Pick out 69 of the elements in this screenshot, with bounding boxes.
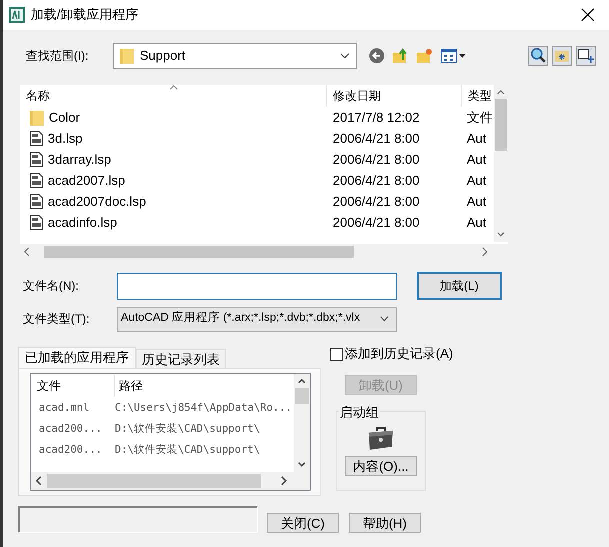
app-file: acad200...: [38, 442, 104, 458]
scrollbar-thumb[interactable]: [495, 99, 507, 151]
column-header[interactable]: 路径: [115, 377, 143, 395]
file-name: acad2007doc.lsp: [48, 192, 146, 211]
folder-icon: [120, 48, 134, 64]
file-name: 3darray.lsp: [48, 150, 112, 169]
file-name: acadinfo.lsp: [48, 214, 118, 232]
look-in-label: 查找范围(I):: [26, 48, 90, 65]
file-icon: [30, 131, 43, 146]
file-icon: [30, 215, 43, 230]
column-header[interactable]: 名称: [20, 87, 326, 105]
back-icon[interactable]: [369, 48, 385, 64]
file-date: 2006/4/21 8:00: [332, 172, 421, 190]
app-file: acad.mnl: [38, 400, 91, 416]
scroll-left-icon[interactable]: [23, 247, 31, 257]
caret-icon: [459, 54, 466, 58]
scrollbar-thumb[interactable]: [44, 246, 354, 258]
window-title: 加载/卸载应用程序: [31, 6, 139, 24]
file-name-label: 文件名(N):: [23, 278, 80, 295]
scroll-right-icon[interactable]: [280, 476, 288, 486]
new-folder-icon[interactable]: [417, 48, 433, 64]
scroll-right-icon[interactable]: [481, 247, 489, 257]
file-type: 文件: [466, 108, 494, 127]
file-type: Aut: [466, 130, 488, 148]
add-to-history-checkbox[interactable]: 添加到历史记录(A): [330, 345, 454, 363]
tab[interactable]: 已加载的应用程序: [18, 347, 136, 368]
file-date: 2006/4/21 8:00: [332, 150, 421, 169]
grid-view-icon: [441, 49, 457, 63]
contents-button[interactable]: 内容(O)...: [345, 456, 417, 476]
column-header[interactable]: 文件: [31, 375, 115, 397]
view-menu-button[interactable]: [441, 49, 466, 63]
file-type: Aut: [466, 192, 488, 211]
dialog-button[interactable]: 关闭(C): [267, 512, 339, 532]
file-type-dropdown[interactable]: AutoCAD 应用程序 (*.arx;*.lsp;*.dvb;*.dbx;*.vlx: [117, 306, 397, 332]
folder-icon: [30, 110, 44, 126]
file-date: 2017/7/8 12:02: [332, 108, 421, 127]
file-date: 2006/4/21 8:00: [332, 214, 421, 232]
file-type: Aut: [466, 214, 488, 232]
scrollbar-thumb[interactable]: [47, 474, 261, 488]
dialog-button[interactable]: 帮助(H): [349, 512, 421, 532]
file-name-field[interactable]: [117, 272, 397, 300]
up-folder-icon[interactable]: [393, 48, 409, 64]
close-icon[interactable]: [581, 8, 595, 22]
file-name: 3d.lsp: [48, 130, 83, 148]
file-icon: [30, 152, 43, 167]
app-path: C:\Users\j854f\AppData\Ro...: [115, 400, 292, 416]
app-file: acad200...: [38, 422, 104, 437]
tab[interactable]: 历史记录列表: [136, 349, 226, 368]
app-path: D:\软件安装\CAD\support\: [115, 422, 260, 437]
file-icon: [30, 194, 43, 209]
briefcase-icon: [367, 425, 395, 451]
app-icon: [9, 7, 25, 23]
chevron-down-icon: [340, 53, 350, 59]
look-in-dropdown[interactable]: Support: [113, 43, 357, 69]
file-type: Aut: [466, 150, 488, 169]
file-name: acad2007.lsp: [48, 172, 126, 190]
file-icon: [30, 173, 43, 188]
file-type: Aut: [466, 172, 488, 190]
scrollbar-thumb[interactable]: [295, 388, 309, 404]
scroll-left-icon[interactable]: [35, 476, 43, 486]
column-header[interactable]: 修改日期: [326, 85, 461, 107]
file-name: Color: [49, 108, 80, 127]
search-icon[interactable]: [528, 46, 548, 66]
load-button[interactable]: 加载(L): [417, 272, 502, 300]
file-date: 2006/4/21 8:00: [332, 192, 421, 211]
chevron-down-icon: [380, 316, 389, 322]
app-path: D:\软件安装\CAD\support\: [115, 442, 260, 458]
file-type-label: 文件类型(T):: [23, 311, 91, 328]
file-date: 2006/4/21 8:00: [332, 130, 421, 148]
